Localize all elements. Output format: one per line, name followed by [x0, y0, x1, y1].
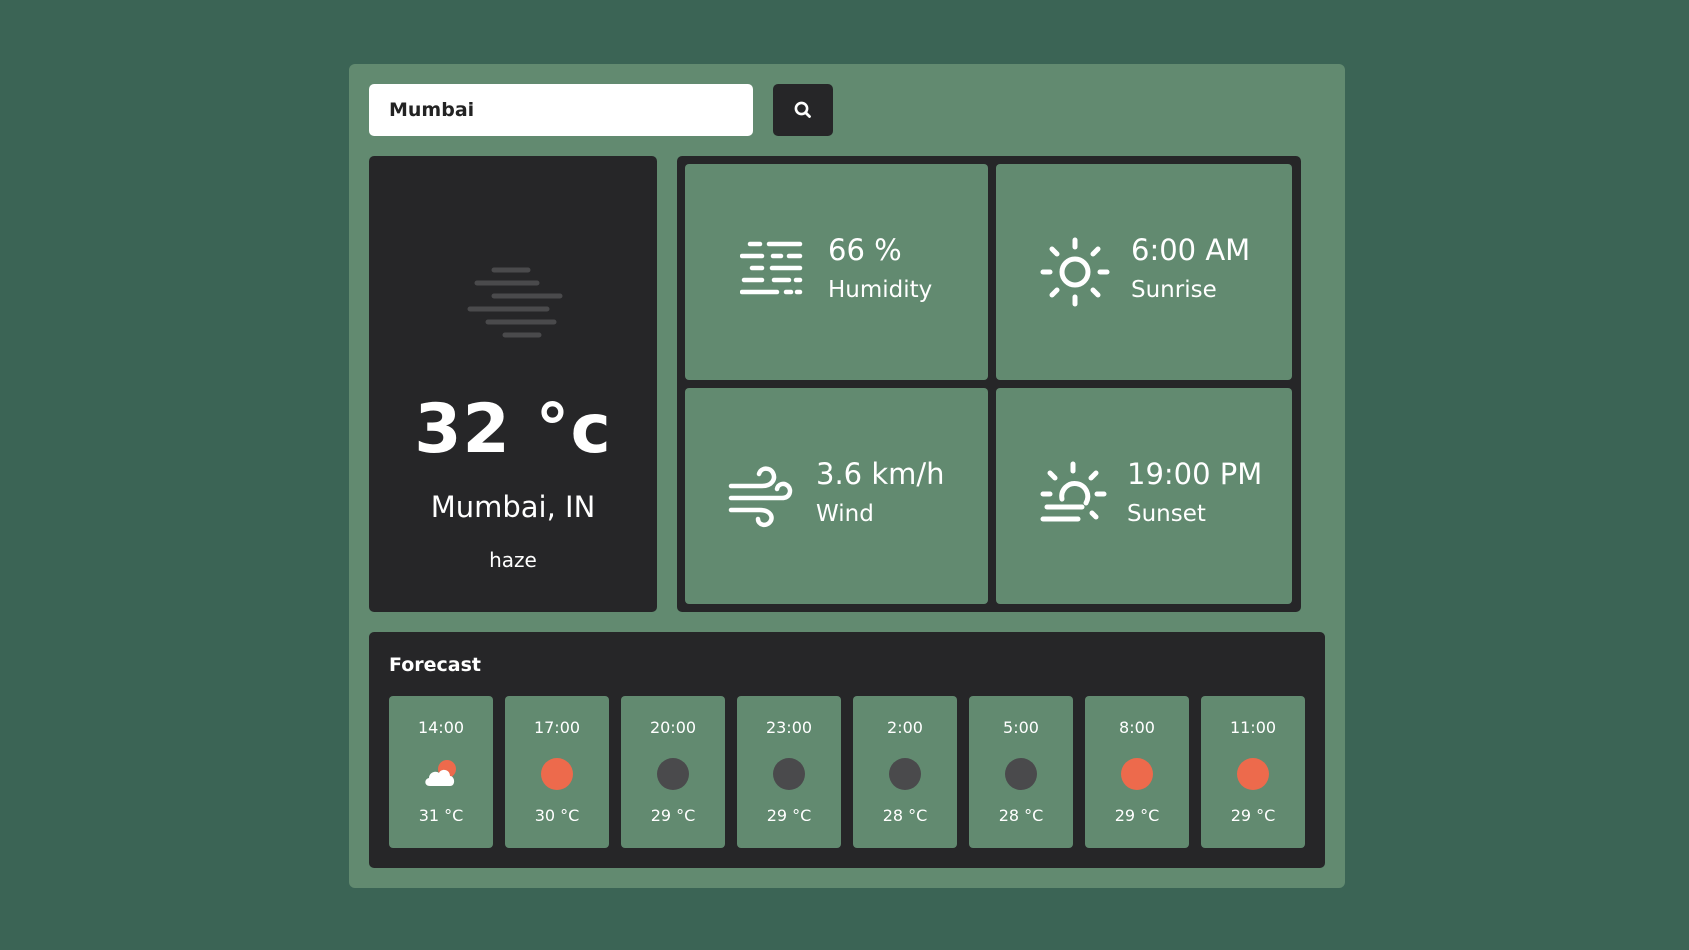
haze-icon [467, 267, 563, 338]
sun-icon [541, 758, 573, 790]
forecast-title: Forecast [389, 654, 481, 676]
forecast-temp: 31 °C [418, 806, 464, 825]
forecast-temp: 29 °C [1114, 806, 1160, 825]
current-temperature: 32 °c [414, 390, 612, 469]
forecast-temp: 28 °C [998, 806, 1044, 825]
forecast-time: 17:00 [533, 718, 581, 737]
forecast-time: 23:00 [765, 718, 813, 737]
moon-icon [1005, 758, 1037, 790]
forecast-panel: Forecast 14:00 31 °C 17:00 30 °C 20:00 2… [369, 632, 1325, 868]
sunset-tile: 19:00 PM Sunset [996, 388, 1292, 604]
forecast-item: 20:00 29 °C [621, 696, 725, 848]
humidity-tile: 66 % Humidity [685, 164, 988, 380]
forecast-item: 23:00 29 °C [737, 696, 841, 848]
sunrise-label: Sunrise [1131, 277, 1217, 303]
humidity-label: Humidity [828, 277, 933, 303]
moon-icon [773, 758, 805, 790]
forecast-time: 2:00 [887, 718, 923, 737]
current-location: Mumbai, IN [430, 490, 596, 524]
search-icon [794, 101, 811, 118]
forecast-time: 14:00 [417, 718, 465, 737]
sunset-value: 19:00 PM [1127, 457, 1263, 491]
city-search-input[interactable] [369, 84, 753, 136]
weather-details-grid: 66 % Humidity 6:00 AM Sunrise 3.6 km/h W… [677, 156, 1301, 612]
sun-icon [1121, 758, 1153, 790]
partly-cloudy-day-icon [425, 760, 456, 786]
search-bar [369, 84, 833, 136]
sunrise-value: 6:00 AM [1131, 233, 1251, 267]
forecast-temp: 29 °C [766, 806, 812, 825]
forecast-item: 8:00 29 °C [1085, 696, 1189, 848]
forecast-temp: 30 °C [534, 806, 580, 825]
wind-icon [728, 466, 793, 528]
humidity-value: 66 % [828, 233, 902, 267]
current-weather-card: 32 °c Mumbai, IN haze [369, 156, 657, 612]
forecast-time: 5:00 [1003, 718, 1039, 737]
forecast-temp: 29 °C [650, 806, 696, 825]
sun-icon [1237, 758, 1269, 790]
wind-label: Wind [816, 501, 874, 527]
forecast-item: 17:00 30 °C [505, 696, 609, 848]
wind-value: 3.6 km/h [816, 457, 945, 491]
forecast-item: 11:00 29 °C [1201, 696, 1305, 848]
forecast-temp: 29 °C [1230, 806, 1276, 825]
weather-description: haze [489, 548, 537, 572]
forecast-temp: 28 °C [882, 806, 928, 825]
wind-tile: 3.6 km/h Wind [685, 388, 988, 604]
search-button[interactable] [773, 84, 833, 136]
sunrise-tile: 6:00 AM Sunrise [996, 164, 1292, 380]
forecast-time: 20:00 [649, 718, 697, 737]
moon-icon [657, 758, 689, 790]
forecast-list: 14:00 31 °C 17:00 30 °C 20:00 29 °C 23:0… [389, 696, 1305, 848]
forecast-item: 14:00 31 °C [389, 696, 493, 848]
sunset-icon [1040, 461, 1107, 522]
humidity-icon [740, 241, 803, 295]
forecast-time: 8:00 [1119, 718, 1155, 737]
moon-icon [889, 758, 921, 790]
forecast-item: 2:00 28 °C [853, 696, 957, 848]
weather-app: 32 °c Mumbai, IN haze [349, 64, 1345, 888]
forecast-item: 5:00 28 °C [969, 696, 1073, 848]
forecast-time: 11:00 [1229, 718, 1277, 737]
sunrise-icon [1040, 237, 1110, 307]
sunset-label: Sunset [1127, 501, 1206, 527]
